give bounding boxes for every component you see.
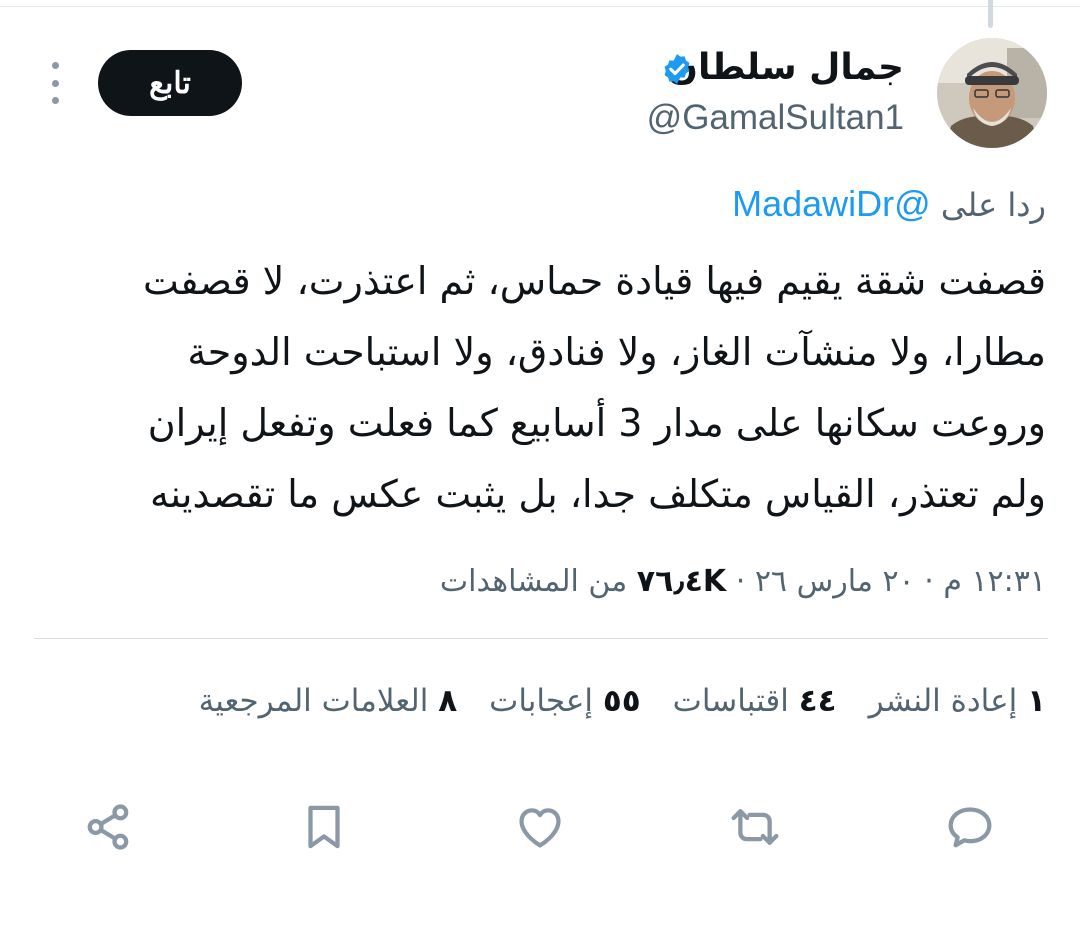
thread-connector-line bbox=[988, 0, 993, 28]
stat-likes[interactable]: ٥٥ إعجابات bbox=[489, 676, 641, 726]
share-icon bbox=[87, 804, 129, 850]
avatar[interactable] bbox=[937, 38, 1047, 148]
top-divider bbox=[0, 0, 1080, 7]
like-button[interactable] bbox=[512, 799, 568, 855]
like-icon bbox=[519, 808, 561, 848]
stat-label: إعجابات bbox=[489, 683, 593, 719]
stat-count: ٤٤ bbox=[798, 683, 837, 719]
views-label: من المشاهدات bbox=[439, 564, 628, 599]
bookmark-icon bbox=[308, 805, 340, 849]
share-button[interactable] bbox=[80, 799, 136, 855]
views-count: ٧٦٫٤K bbox=[636, 564, 727, 599]
tweet-text: قصفت شقة يقيم فيها قيادة حماس، ثم اعتذرت… bbox=[142, 259, 1046, 516]
stat-label: العلامات المرجعية bbox=[198, 683, 429, 719]
tweet-date[interactable]: ٢٠ مارس ٢٦ bbox=[755, 564, 915, 599]
verified-badge-icon bbox=[664, 54, 690, 84]
follow-button[interactable]: تابع bbox=[98, 50, 242, 116]
stat-count: ٨ bbox=[438, 683, 458, 719]
replying-to-label: ردا على bbox=[940, 186, 1046, 224]
more-options-icon[interactable] bbox=[44, 62, 66, 104]
tweet-time[interactable]: ١٢:٣١ م bbox=[943, 564, 1046, 599]
stat-label: اقتباسات bbox=[672, 683, 789, 719]
engagement-stats: ١ إعادة النشر ٤٤ اقتباسات ٥٥ إعجابات ٨ ا… bbox=[199, 676, 1046, 726]
bookmark-button[interactable] bbox=[296, 799, 352, 855]
tweet-meta: ١٢:٣١ م · ٢٠ مارس ٢٦ · ٧٦٫٤K من المشاهدا… bbox=[440, 556, 1046, 608]
reply-icon bbox=[948, 807, 992, 848]
retweet-icon bbox=[731, 809, 779, 845]
meta-separator: · bbox=[735, 564, 746, 599]
stat-count: ٥٥ bbox=[602, 683, 641, 719]
replying-to: ردا على @MadawiDr bbox=[732, 178, 1046, 231]
retweet-button[interactable] bbox=[727, 799, 783, 855]
stat-label: إعادة النشر bbox=[868, 683, 1018, 719]
stat-reposts[interactable]: ١ إعادة النشر bbox=[869, 676, 1046, 726]
reply-button[interactable] bbox=[942, 799, 998, 855]
replying-to-mention[interactable]: @MadawiDr bbox=[732, 183, 931, 224]
avatar-image bbox=[937, 38, 1047, 148]
stat-quotes[interactable]: ٤٤ اقتباسات bbox=[673, 676, 837, 726]
meta-separator: · bbox=[924, 564, 934, 599]
author-handle[interactable]: @GamalSultan1 bbox=[647, 94, 904, 142]
stat-bookmarks[interactable]: ٨ العلامات المرجعية bbox=[199, 676, 458, 726]
author-name[interactable]: جمال سلطان bbox=[667, 42, 904, 94]
stat-count: ١ bbox=[1027, 683, 1046, 719]
divider bbox=[34, 638, 1048, 639]
